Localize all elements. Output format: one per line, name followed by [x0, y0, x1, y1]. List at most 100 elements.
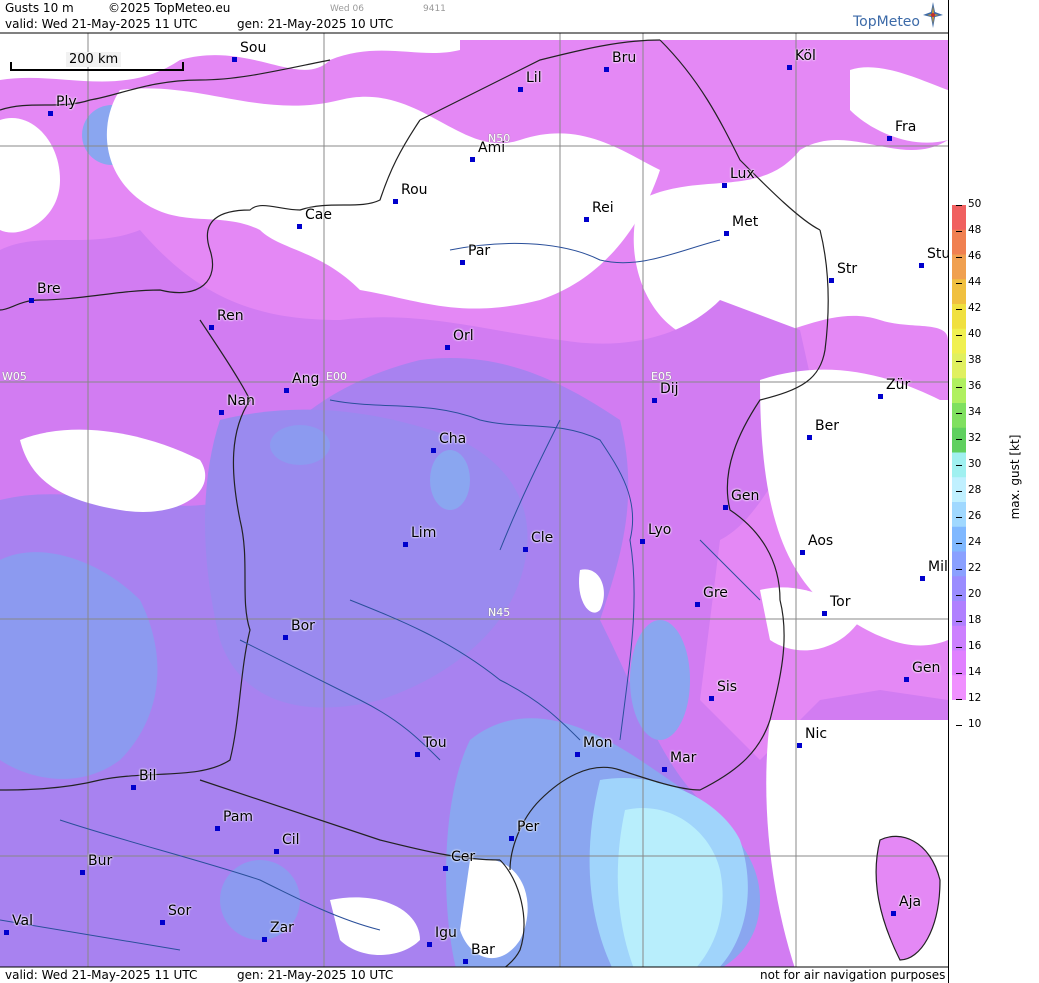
city-label: Lim	[411, 525, 437, 541]
city-label: Tor	[830, 594, 851, 610]
city-label: Ber	[815, 418, 839, 434]
city-label: Cha	[439, 431, 467, 447]
legend-tick-label: 26	[968, 510, 982, 522]
legend-swatch	[952, 601, 966, 627]
city-dot	[274, 849, 279, 854]
city-dot	[662, 767, 667, 772]
city-dot	[48, 111, 53, 116]
city-label: Ply	[56, 94, 77, 110]
city-label: Pam	[223, 809, 254, 825]
city-dot	[604, 67, 609, 72]
city-dot	[919, 263, 924, 268]
legend-swatch	[952, 353, 966, 379]
city-dot	[80, 870, 85, 875]
city-label: Köl	[795, 48, 816, 64]
legend-swatch	[952, 675, 966, 700]
city-label: Fra	[895, 119, 917, 135]
city-dot	[29, 298, 34, 303]
footer-gen-time: gen: 21-May-2025 10 UTC	[237, 968, 394, 982]
city-dot	[443, 866, 448, 871]
city-label: Sou	[240, 40, 267, 56]
city-dot	[463, 959, 468, 964]
city-label: Lil	[526, 70, 542, 86]
weather-map: Gusts 10 m ©2025 TopMeteo.eu valid: Wed …	[0, 0, 948, 983]
city-label: Ami	[478, 140, 506, 156]
city-dot	[695, 602, 700, 607]
map-title: Gusts 10 m	[5, 1, 74, 15]
panel-divider	[948, 0, 949, 983]
city-label: Val	[12, 913, 33, 929]
city-label: Rei	[592, 200, 614, 216]
city-dot	[891, 911, 896, 916]
legend-tick-label: 44	[968, 276, 982, 288]
city-dot	[787, 65, 792, 70]
city-label: Bar	[471, 942, 495, 958]
legend-tick-label: 32	[968, 432, 982, 444]
legend-tick-label: 24	[968, 536, 982, 548]
city-dot	[283, 635, 288, 640]
city-dot	[640, 539, 645, 544]
grid-label-e00: E00	[326, 370, 347, 383]
city-label: Cil	[282, 832, 300, 848]
city-label: Lux	[730, 166, 755, 182]
city-label: Per	[517, 819, 540, 835]
legend-swatch	[952, 551, 966, 577]
city-label: Zür	[886, 377, 911, 393]
compass-star-icon	[923, 2, 943, 28]
city-label: Lyo	[648, 522, 672, 538]
city-dot	[427, 942, 432, 947]
city-label: Ang	[292, 371, 320, 387]
legend-tick-label: 22	[968, 562, 982, 574]
legend-tick-label: 50	[968, 198, 982, 210]
city-dot	[797, 743, 802, 748]
scale-bar: 200 km	[8, 52, 184, 74]
legend-swatch	[952, 650, 966, 676]
city-label: Cle	[531, 530, 554, 546]
city-dot	[523, 547, 528, 552]
legend-swatch	[952, 254, 966, 280]
city-dot	[284, 388, 289, 393]
gust-field-map	[0, 0, 948, 983]
legend-tick-label: 16	[968, 640, 982, 652]
legend-swatch	[952, 576, 966, 602]
city-label: Mil	[928, 559, 948, 575]
city-dot	[209, 325, 214, 330]
legend-tick-label: 46	[968, 250, 982, 262]
valid-time: valid: Wed 21-May-2025 11 UTC	[5, 17, 198, 31]
city-label: Aos	[808, 533, 834, 549]
city-label: Mon	[583, 735, 613, 751]
city-dot	[878, 394, 883, 399]
legend-tick-label: 14	[968, 666, 982, 678]
legend-tick-label: 30	[968, 458, 982, 470]
city-dot	[887, 136, 892, 141]
legend-swatch	[952, 427, 966, 453]
city-dot	[709, 696, 714, 701]
legend-swatch	[952, 304, 966, 330]
city-dot	[584, 217, 589, 222]
city-dot	[904, 677, 909, 682]
copyright-text: ©2025 TopMeteo.eu	[108, 1, 231, 15]
city-dot	[215, 826, 220, 831]
legend-tick-label: 28	[968, 484, 982, 496]
run-code: 9411	[423, 4, 446, 14]
footer-valid-time: valid: Wed 21-May-2025 11 UTC	[5, 968, 198, 982]
city-label: Sis	[717, 679, 738, 695]
legend-tick-label: 12	[968, 692, 982, 704]
city-label: Gen	[912, 660, 941, 676]
day-code: Wed 06	[330, 4, 364, 14]
city-dot	[403, 542, 408, 547]
city-dot	[724, 231, 729, 236]
city-label: Stu	[927, 246, 948, 262]
legend-swatch	[952, 378, 966, 404]
city-label: Bor	[291, 618, 315, 634]
city-label: Met	[732, 214, 759, 230]
legend-tick-label: 20	[968, 588, 982, 600]
city-dot	[131, 785, 136, 790]
city-dot	[829, 278, 834, 283]
city-label: Par	[468, 243, 491, 259]
city-dot	[415, 752, 420, 757]
city-dot	[509, 836, 514, 841]
legend-tick-label: 48	[968, 224, 982, 236]
city-label: Orl	[453, 328, 474, 344]
city-dot	[722, 183, 727, 188]
